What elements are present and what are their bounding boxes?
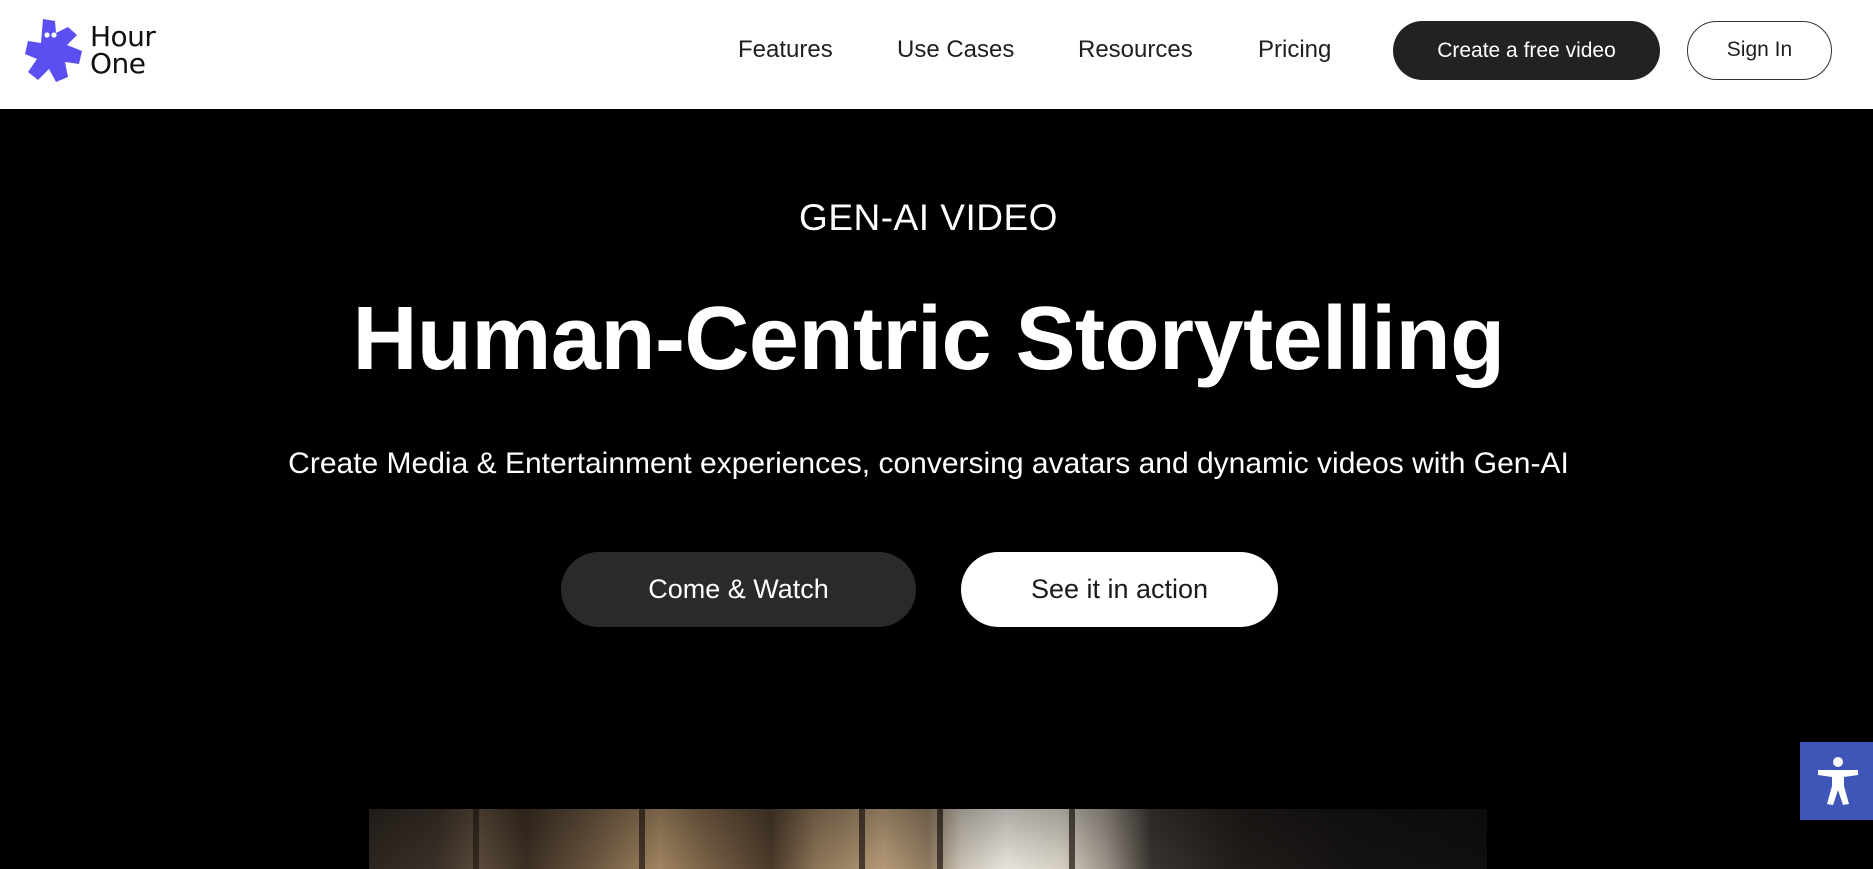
hero-subheading: Create Media & Entertainment experiences… [288, 447, 1569, 480]
nav-pricing[interactable]: Pricing [1258, 33, 1331, 67]
hero-headline: Human-Centric Storytelling [352, 289, 1505, 389]
nav-use-cases[interactable]: Use Cases [897, 33, 1014, 67]
star-logo-icon [25, 19, 82, 82]
sign-in-button[interactable]: Sign In [1687, 21, 1832, 80]
create-free-video-button[interactable]: Create a free video [1393, 21, 1660, 80]
logo-line-2: One [90, 47, 146, 80]
nav-resources[interactable]: Resources [1078, 33, 1193, 67]
logo-line-1: Hour [90, 20, 156, 53]
come-and-watch-button[interactable]: Come & Watch [561, 552, 916, 627]
see-it-in-action-button[interactable]: See it in action [961, 552, 1278, 627]
site-header: Hour One Features Use Cases Resources Pr… [0, 0, 1873, 109]
video-shade [369, 809, 1487, 869]
logo-wordmark: Hour One [90, 20, 156, 80]
hour-one-logo[interactable]: Hour One [24, 17, 174, 85]
hero-video-preview[interactable] [369, 809, 1487, 869]
hero-eyebrow: GEN-AI VIDEO [799, 197, 1058, 238]
accessibility-icon [1818, 757, 1858, 805]
accessibility-button[interactable] [1800, 742, 1873, 820]
hero-section: GEN-AI VIDEO Human-Centric Storytelling … [0, 109, 1873, 869]
nav-features[interactable]: Features [738, 33, 833, 67]
